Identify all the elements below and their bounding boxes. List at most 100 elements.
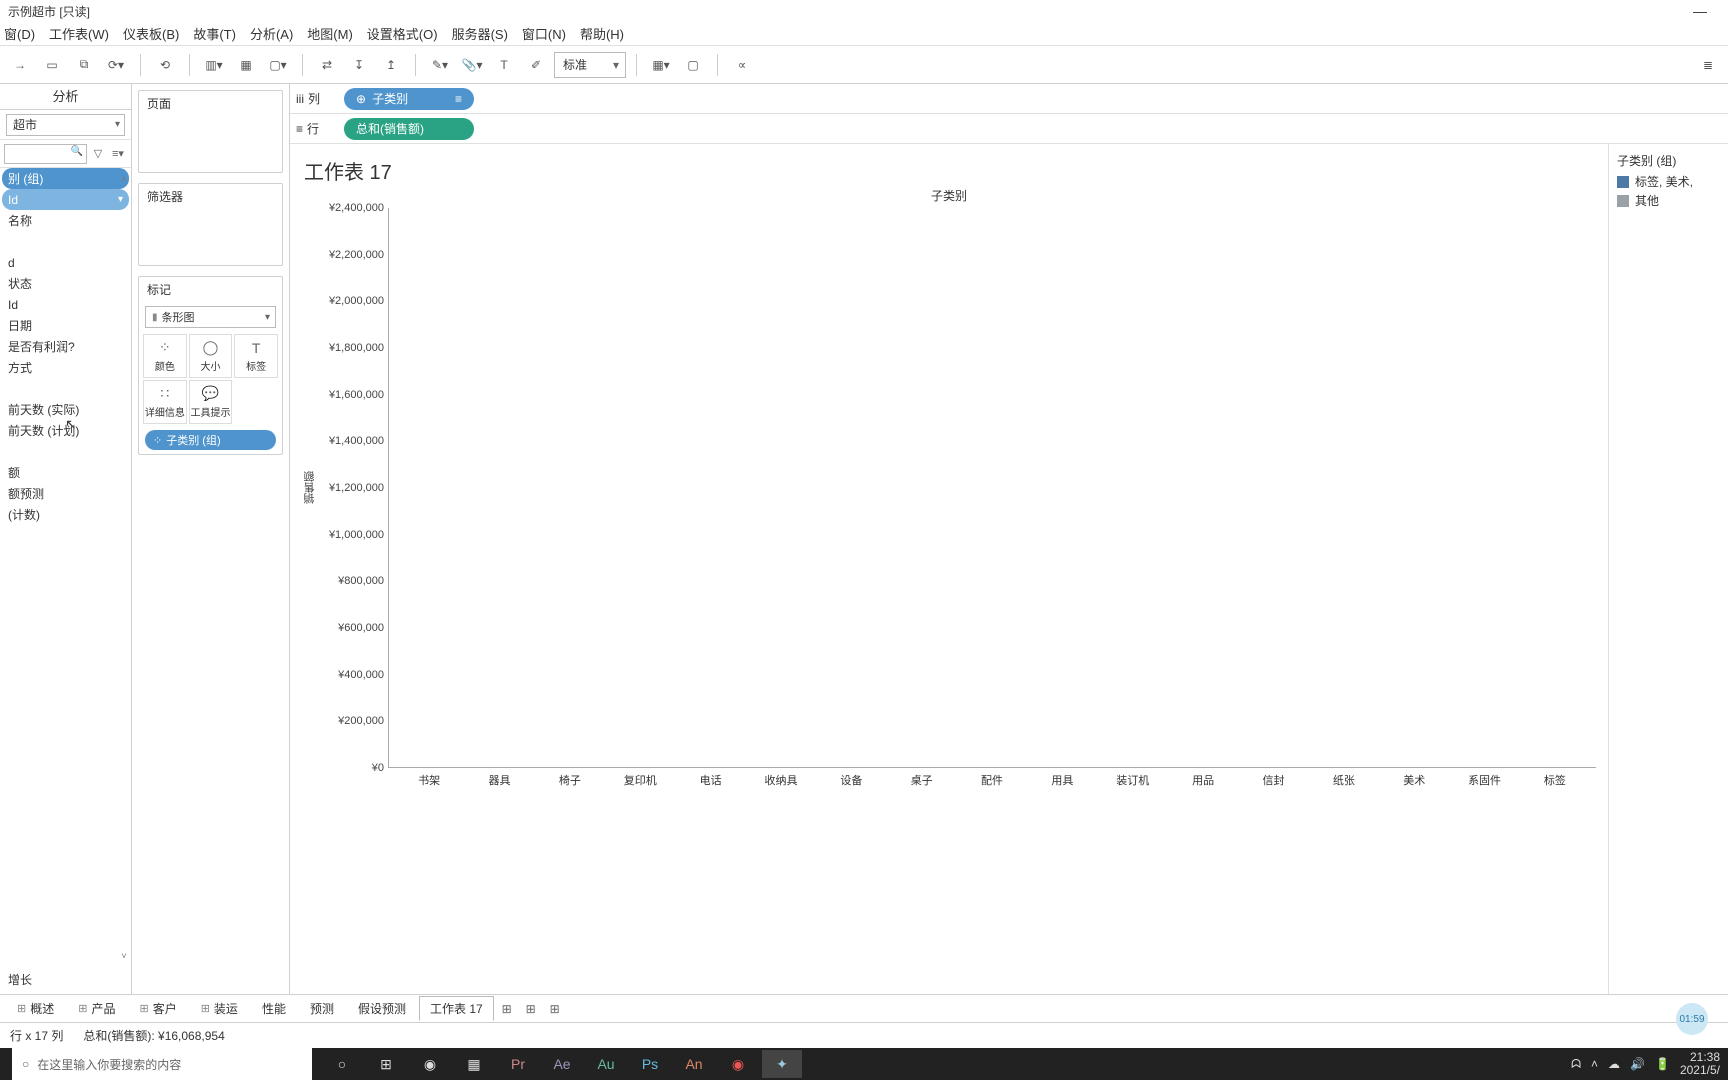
recording-badge[interactable]: 01:59 (1676, 1003, 1708, 1035)
mark-label[interactable]: T标签 (234, 334, 278, 378)
menu-item[interactable]: 工作表(W) (49, 24, 109, 43)
save-button[interactable]: ▭ (38, 51, 66, 79)
mark-tooltip[interactable]: 💬工具提示 (189, 380, 233, 424)
new-worksheet-button[interactable]: ⊞ (496, 1002, 518, 1016)
extra-field[interactable]: 增长 (0, 965, 131, 994)
new-story-button[interactable]: ⊞ (544, 1002, 566, 1016)
redo-button[interactable]: → (6, 51, 34, 79)
field-item[interactable]: 额预测 (2, 483, 129, 504)
datasource-select[interactable]: 超市 (6, 114, 125, 136)
menu-item[interactable]: 窗(D) (4, 24, 35, 43)
label-button[interactable]: T (490, 51, 518, 79)
sheet-tab[interactable]: 性能 (251, 996, 297, 1021)
sheet-tab[interactable]: 预测 (299, 996, 345, 1021)
explorer-icon[interactable]: ▦ (454, 1050, 494, 1078)
menu-item[interactable]: 服务器(S) (452, 24, 508, 43)
share-button[interactable]: ∝ (728, 51, 756, 79)
chrome-icon[interactable]: ◉ (410, 1050, 450, 1078)
field-item[interactable]: (计数) (2, 504, 129, 525)
netease-icon[interactable]: ◉ (718, 1050, 758, 1078)
menu-item[interactable]: 故事(T) (193, 24, 236, 43)
scroll-up-icon[interactable]: ˄ (117, 174, 131, 186)
scroll-down-icon[interactable]: ˅ (117, 951, 131, 961)
menu-item[interactable]: 窗口(N) (522, 24, 566, 43)
menu-item[interactable]: 帮助(H) (580, 24, 624, 43)
field-item[interactable]: 额 (2, 462, 129, 483)
audition-icon[interactable]: Au (586, 1050, 626, 1078)
mark-color[interactable]: ⁘颜色 (143, 334, 187, 378)
tableau-icon[interactable]: ✦ (762, 1050, 802, 1078)
mark-detail[interactable]: ∷详细信息 (143, 380, 187, 424)
tray-up-icon[interactable]: ˄ (1591, 1057, 1598, 1071)
volume-icon[interactable]: 🔊 (1630, 1057, 1645, 1071)
field-item[interactable]: 状态 (2, 273, 129, 294)
mark-size[interactable]: ◯大小 (189, 334, 233, 378)
analysis-tab[interactable]: 分析 (0, 84, 131, 109)
highlight-button[interactable]: ✎▾ (426, 51, 454, 79)
sheet-tab[interactable]: ⊞客户 (128, 996, 187, 1021)
pages-shelf[interactable] (139, 116, 282, 172)
sort-desc-button[interactable]: ↥ (377, 51, 405, 79)
taskbar-search[interactable]: ○ 在这里输入你要搜索的内容 (12, 1048, 312, 1080)
mark-color-pill[interactable]: 子类别 (组) (145, 430, 276, 450)
clear-button[interactable]: ▢▾ (264, 51, 292, 79)
columns-pill[interactable]: ⊕ 子类别≡ (344, 88, 474, 110)
sheet-tab[interactable]: 假设预测 (347, 996, 417, 1021)
list-view-icon[interactable]: ≡▾ (109, 145, 127, 163)
field-item[interactable]: 日期 (2, 315, 129, 336)
field-item[interactable]: 前天数 (计划) (2, 420, 129, 441)
field-search-input[interactable] (4, 144, 87, 164)
fit-select[interactable]: 标准 (554, 52, 626, 78)
clock-date[interactable]: 2021/5/ (1680, 1064, 1720, 1077)
field-item[interactable]: 名称 (2, 210, 129, 231)
aftereffects-icon[interactable]: Ae (542, 1050, 582, 1078)
refresh-data-button[interactable]: ⟳▾ (102, 51, 130, 79)
rows-pill[interactable]: 总和(销售额) (344, 118, 474, 140)
viz-title[interactable]: 工作表 17 (304, 156, 1596, 185)
cloud-icon[interactable]: ☁ (1608, 1057, 1620, 1071)
font-button[interactable]: ✐ (522, 51, 550, 79)
new-data-button[interactable]: ⧉ (70, 51, 98, 79)
sheet-tab[interactable]: ⊞产品 (67, 996, 126, 1021)
field-item[interactable]: 别 (组) (2, 168, 129, 189)
cortana-icon[interactable]: ○ (322, 1050, 362, 1078)
field-item[interactable]: 方式 (2, 357, 129, 378)
field-item[interactable]: 前天数 (实际) (2, 399, 129, 420)
sheet-tab[interactable]: ⊞概述 (6, 996, 65, 1021)
animate-icon[interactable]: An (674, 1050, 714, 1078)
field-item[interactable]: 是否有利润? (2, 336, 129, 357)
undo-button[interactable]: ⟲ (151, 51, 179, 79)
menu-item[interactable]: 地图(M) (307, 24, 353, 43)
minimize-button[interactable]: — (1680, 3, 1720, 19)
sheet-tab[interactable]: 工作表 17 (419, 996, 494, 1021)
filters-shelf[interactable] (139, 209, 282, 265)
legend-item[interactable]: 其他 (1617, 192, 1720, 209)
premiere-icon[interactable]: Pr (498, 1050, 538, 1078)
field-item[interactable] (2, 441, 129, 462)
present-button[interactable]: ▢ (679, 51, 707, 79)
new-sheet-button[interactable]: ▥▾ (200, 51, 228, 79)
swap-button[interactable]: ⇄ (313, 51, 341, 79)
menu-item[interactable]: 分析(A) (250, 24, 293, 43)
battery-icon[interactable]: 🔋 (1655, 1057, 1670, 1071)
menu-item[interactable]: 仪表板(B) (123, 24, 179, 43)
people-icon[interactable]: ᗣ (1571, 1057, 1581, 1072)
legend-item[interactable]: 标签, 美术, (1617, 173, 1720, 190)
attach-button[interactable]: 📎▾ (458, 51, 486, 79)
field-item[interactable] (2, 231, 129, 252)
sort-icon[interactable]: ≡ (455, 92, 462, 106)
mark-type-select[interactable]: 条形图 (145, 306, 276, 328)
field-item[interactable] (2, 378, 129, 399)
taskview-icon[interactable]: ⊞ (366, 1050, 406, 1078)
sort-asc-button[interactable]: ↧ (345, 51, 373, 79)
field-item[interactable]: Id (2, 189, 129, 210)
field-item[interactable]: Id (2, 294, 129, 315)
chart-plot[interactable] (388, 208, 1596, 768)
showme-button[interactable]: ▦▾ (647, 51, 675, 79)
show-me-panel[interactable]: ≣ (1694, 51, 1722, 79)
new-dashboard-button[interactable]: ⊞ (520, 1002, 542, 1016)
field-item[interactable]: d (2, 252, 129, 273)
photoshop-icon[interactable]: Ps (630, 1050, 670, 1078)
menu-item[interactable]: 设置格式(O) (367, 24, 438, 43)
duplicate-button[interactable]: ▦ (232, 51, 260, 79)
